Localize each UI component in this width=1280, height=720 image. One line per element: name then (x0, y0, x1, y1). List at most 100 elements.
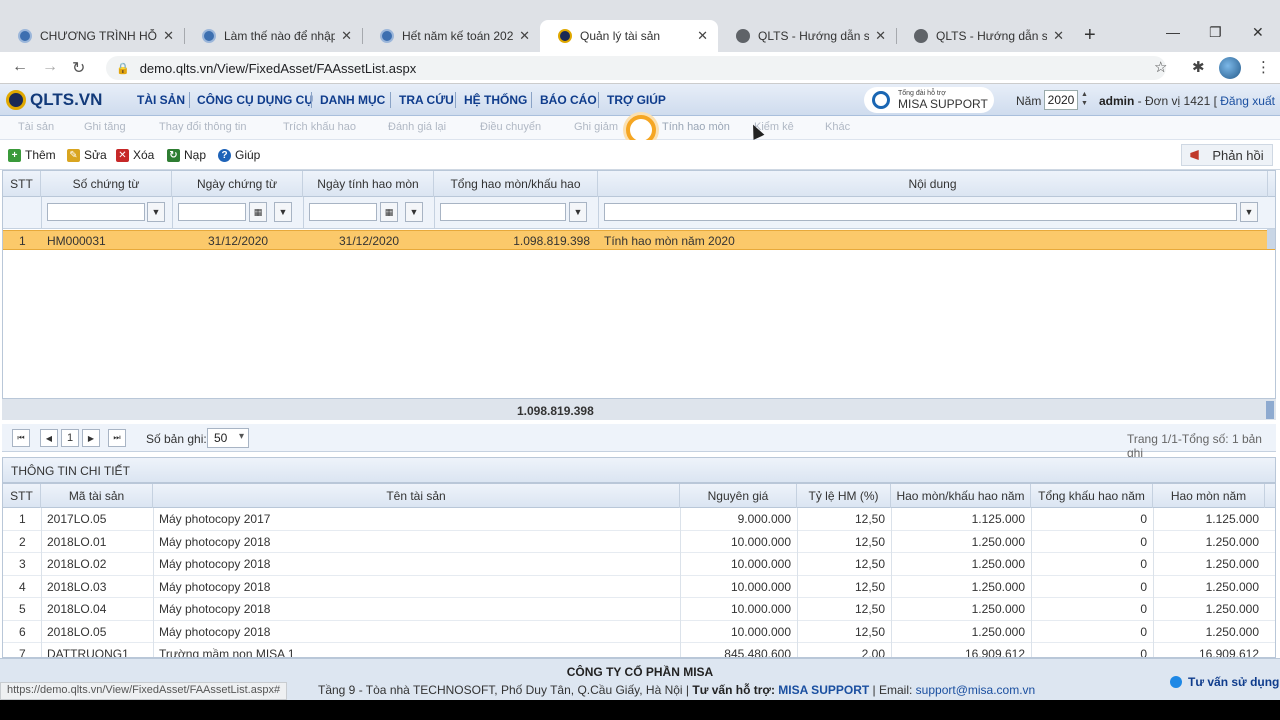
browser-tab[interactable]: QLTS - Hướng dẫn sử d ✕ (718, 20, 896, 52)
next-page-icon[interactable]: ▶ (82, 429, 100, 447)
close-tab-icon[interactable]: ✕ (163, 28, 174, 44)
col-noi-dung[interactable]: Nội dung (598, 171, 1268, 197)
subtab-danh-gia-lai[interactable]: Đánh giá lại (388, 121, 446, 133)
browser-tab[interactable]: Làm thế nào để nhập d ✕ (184, 20, 362, 52)
new-tab-button[interactable]: + (1084, 24, 1096, 47)
menu-tro-giup[interactable]: TRỢ GIÚP (607, 93, 666, 107)
email-link[interactable]: support@misa.com.vn (916, 683, 1036, 697)
col-ma-tai-san[interactable]: Mã tài sản (41, 484, 153, 508)
footer-company: CÔNG TY CỔ PHẦN MISA (566, 665, 714, 679)
col-so-chung-tu[interactable]: Số chứng từ (41, 171, 172, 197)
add-button[interactable]: + Thêm (8, 148, 56, 162)
reload-icon[interactable]: ↻ (72, 58, 85, 78)
col-ngay-chung-tu[interactable]: Ngày chứng từ (172, 171, 303, 197)
browser-tab[interactable]: CHƯƠNG TRÌNH HỖ TRỢ ✕ (0, 20, 184, 52)
subtab-tai-san[interactable]: Tài sản (18, 121, 54, 133)
table-row[interactable]: 3 2018LO.02 Máy photocopy 2018 10.000.000 12… (3, 553, 1275, 576)
col-ngay-tinh-hao-mon[interactable]: Ngày tính hao mòn (303, 171, 434, 197)
help-button[interactable]: ? Giúp (218, 148, 260, 162)
close-window-icon[interactable]: ✕ (1252, 24, 1264, 41)
forward-arrow-icon[interactable]: → (42, 58, 58, 76)
close-tab-icon[interactable]: ✕ (341, 28, 352, 44)
subtab-trich-khau-hao[interactable]: Trích khấu hao (283, 121, 356, 133)
filter-funnel-icon[interactable]: ▼ (405, 202, 423, 222)
browser-tab[interactable]: QLTS - Hướng dẫn sử d ✕ (896, 20, 1074, 52)
filter-funnel-icon[interactable]: ▼ (147, 202, 165, 222)
grid-scroll-thumb[interactable] (1266, 401, 1274, 419)
back-arrow-icon[interactable]: ← (12, 58, 28, 76)
feedback-button[interactable]: Phản hồi (1181, 144, 1273, 166)
subtab-ghi-tang[interactable]: Ghi tăng (84, 121, 126, 133)
delete-button[interactable]: ✕ Xóa (116, 148, 154, 162)
table-row[interactable]: 4 2018LO.03 Máy photocopy 2018 10.000.000 12… (3, 576, 1275, 598)
close-tab-icon[interactable]: ✕ (1053, 28, 1064, 44)
table-row[interactable]: 5 2018LO.04 Máy photocopy 2018 10.000.000 12… (3, 598, 1275, 621)
filter-ngay-chung-tu-input[interactable] (178, 203, 246, 221)
cell-hmn: 16.909.612 (1198, 647, 1259, 658)
last-page-icon[interactable]: ⏭ (108, 429, 126, 447)
col-stt[interactable]: STT (3, 484, 41, 508)
col-hao-mon-khau-hao-nam[interactable]: Hao mòn/khấu hao năm (891, 484, 1031, 508)
edit-button[interactable]: ✎ Sửa (67, 148, 107, 162)
grid-scrollbar[interactable] (1267, 229, 1275, 249)
consult-chat-button[interactable]: Tư vấn sử dụng (1170, 675, 1279, 689)
table-row-selected[interactable]: 1 HM000031 31/12/2020 31/12/2020 1.098.8… (3, 230, 1275, 250)
menu-he-thong[interactable]: HỆ THỐNG (464, 93, 527, 107)
page-size-select[interactable]: 50 (207, 428, 249, 448)
filter-so-chung-tu-input[interactable] (47, 203, 145, 221)
filter-funnel-icon[interactable]: ▼ (274, 202, 292, 222)
minimize-icon[interactable]: — (1166, 24, 1180, 40)
menu-tra-cuu[interactable]: TRA CỨU (399, 93, 454, 107)
year-input[interactable]: 2020 (1044, 90, 1078, 110)
col-ten-tai-san[interactable]: Tên tài sản (153, 484, 680, 508)
calendar-icon[interactable]: ▦ (249, 202, 267, 222)
col-tong-hao-mon[interactable]: Tổng hao mòn/khấu hao (434, 171, 598, 197)
menu-bao-cao[interactable]: BÁO CÁO (540, 93, 597, 107)
prev-page-icon[interactable]: ◀ (40, 429, 58, 447)
browser-tab-active[interactable]: Quản lý tài sản ✕ (540, 20, 718, 52)
subtab-tinh-hao-mon[interactable]: Tính hao mòn (662, 121, 730, 133)
table-row[interactable]: 1 2017LO.05 Máy photocopy 2017 9.000.000 12,… (3, 508, 1275, 531)
url-field[interactable]: 🔒 demo.qlts.vn/View/FixedAsset/FAAssetLi… (106, 56, 1166, 80)
col-nguyen-gia[interactable]: Nguyên giá (680, 484, 797, 508)
browser-tab-bar: CHƯƠNG TRÌNH HỖ TRỢ ✕ Làm thế nào để nhậ… (0, 0, 1280, 52)
subtab-thay-doi-thong-tin[interactable]: Thay đổi thông tin (159, 121, 246, 133)
filter-ngay-hao-mon-input[interactable] (309, 203, 377, 221)
support-link[interactable]: MISA SUPPORT (778, 683, 869, 697)
close-tab-icon[interactable]: ✕ (697, 28, 708, 44)
menu-kebab-icon[interactable]: ⋮ (1256, 58, 1271, 76)
cell-tkh: 0 (1140, 624, 1147, 639)
subtab-khac[interactable]: Khác (825, 121, 850, 133)
logout-link[interactable]: Đăng xuất (1220, 94, 1275, 108)
filter-tong-hao-mon-input[interactable] (440, 203, 566, 221)
first-page-icon[interactable]: ⏮ (12, 429, 30, 447)
page-number-input[interactable]: 1 (61, 429, 79, 447)
filter-funnel-icon[interactable]: ▼ (569, 202, 587, 222)
close-tab-icon[interactable]: ✕ (519, 28, 530, 44)
menu-danh-muc[interactable]: DANH MỤC (320, 93, 385, 107)
filter-funnel-icon[interactable]: ▼ (1240, 202, 1258, 222)
subtab-dieu-chuyen[interactable]: Điều chuyển (480, 121, 541, 133)
profile-avatar[interactable] (1219, 57, 1241, 79)
bookmark-star-icon[interactable]: ☆ (1154, 58, 1167, 76)
col-hao-mon-nam[interactable]: Hao mòn năm (1153, 484, 1265, 508)
extensions-puzzle-icon[interactable]: ✱ (1192, 58, 1205, 76)
year-spinner-icon[interactable]: ▲ ▼ (1081, 90, 1088, 108)
menu-tai-san[interactable]: TÀI SẢN (137, 93, 185, 107)
restore-icon[interactable]: ❐ (1209, 24, 1222, 41)
table-row[interactable]: 2 2018LO.01 Máy photocopy 2018 10.000.000 12… (3, 531, 1275, 553)
table-row[interactable]: 7 DATTRUONG1 Trường mầm non MISA 1 845.480.… (3, 643, 1275, 658)
misa-support-badge[interactable]: Tổng đài hỗ trợ MISA SUPPORT (864, 87, 994, 113)
subtab-ghi-giam[interactable]: Ghi giảm (574, 121, 618, 133)
col-stt[interactable]: STT (3, 171, 41, 197)
filter-noi-dung-input[interactable] (604, 203, 1237, 221)
calendar-icon[interactable]: ▦ (380, 202, 398, 222)
browser-tab[interactable]: Hết năm kế toán 2020, ✕ (362, 20, 540, 52)
qlts-logo[interactable]: QLTS.VN (6, 90, 102, 110)
col-tong-khau-hao-nam[interactable]: Tổng khấu hao năm (1031, 484, 1153, 508)
menu-cong-cu-dung-cu[interactable]: CÔNG CỤ DỤNG CỤ (197, 93, 313, 107)
reload-button[interactable]: ↻ Nạp (167, 148, 206, 162)
close-tab-icon[interactable]: ✕ (875, 28, 886, 44)
table-row[interactable]: 6 2018LO.05 Máy photocopy 2018 10.000.000 12… (3, 621, 1275, 643)
col-ty-le-hm[interactable]: Tỷ lệ HM (%) (797, 484, 891, 508)
